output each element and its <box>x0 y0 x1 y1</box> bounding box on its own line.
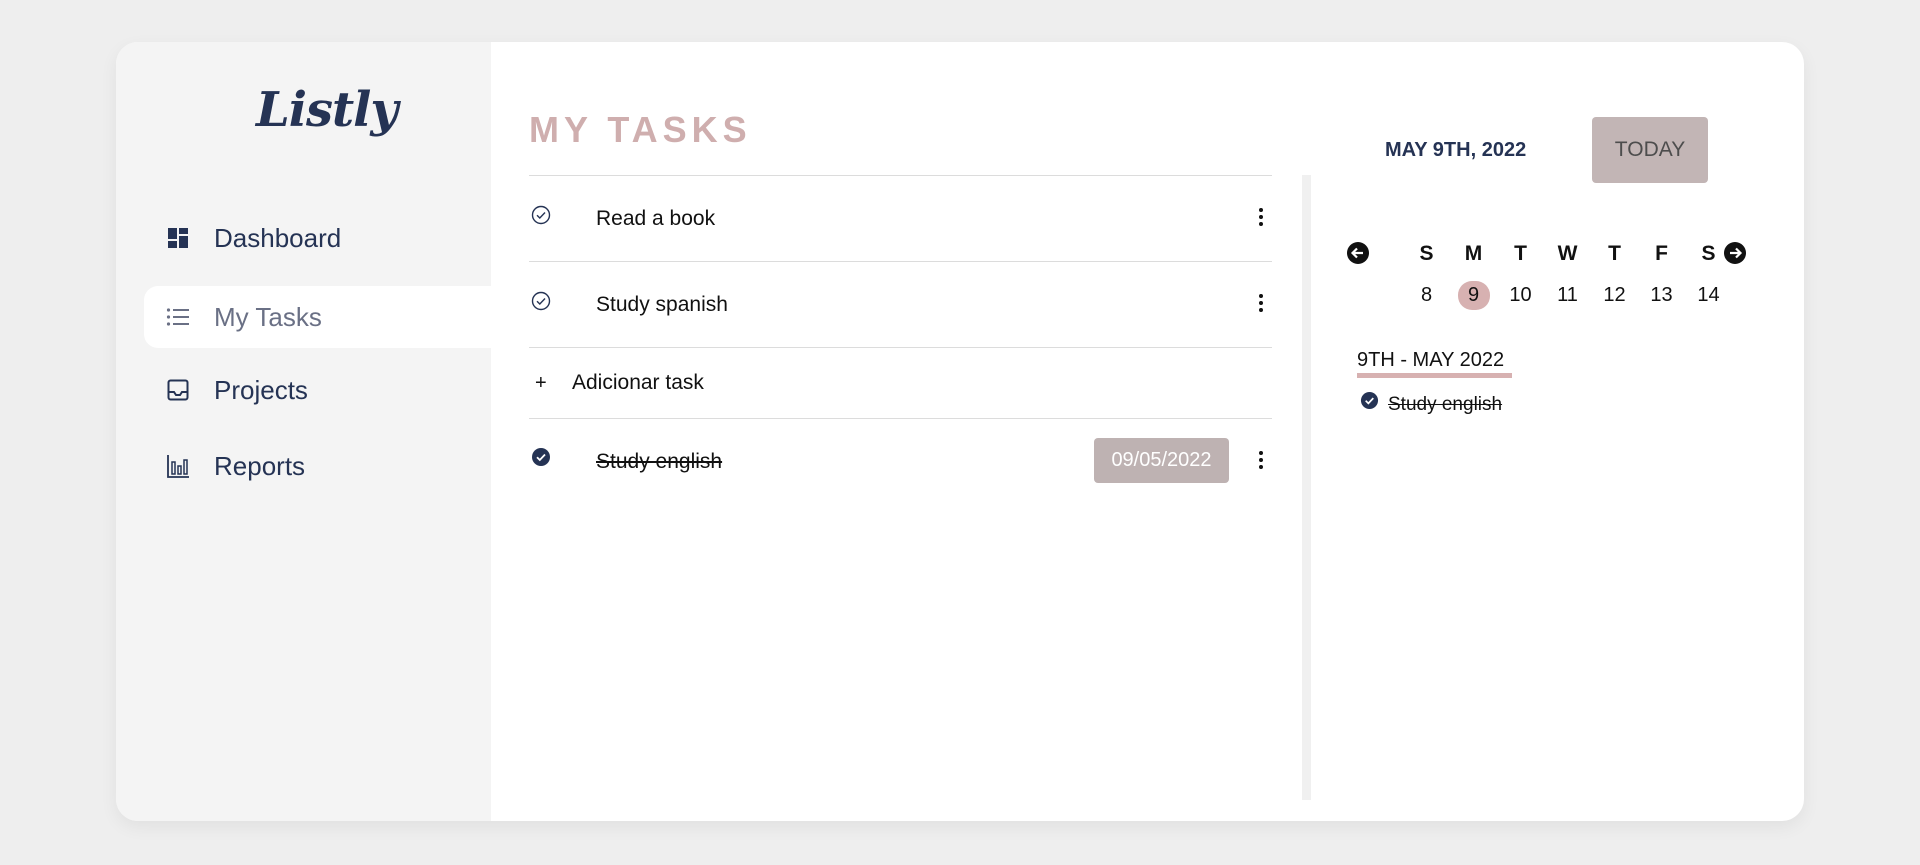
inbox-icon <box>166 378 190 402</box>
check-outline-icon[interactable] <box>531 205 551 225</box>
day-task-label: Study english <box>1388 394 1503 415</box>
sidebar-item-my-tasks[interactable]: My Tasks <box>144 286 491 348</box>
calendar-date[interactable]: 8 <box>1403 284 1450 307</box>
plus-icon: + <box>535 371 547 394</box>
bar-chart-icon <box>166 454 190 478</box>
calendar-date[interactable]: 12 <box>1591 284 1638 307</box>
weekday-label: M <box>1464 242 1483 265</box>
arrow-left-icon[interactable] <box>1347 242 1369 264</box>
sidebar-item-projects[interactable]: Projects <box>144 359 491 421</box>
sidebar-item-label: Dashboard <box>214 222 342 253</box>
sidebar-item-dashboard[interactable]: Dashboard <box>144 207 491 269</box>
day-heading-underline <box>1357 373 1512 378</box>
check-filled-icon[interactable] <box>531 447 551 467</box>
sidebar-item-reports[interactable]: Reports <box>144 435 491 497</box>
add-task-button[interactable]: + Adicionar task <box>529 347 1272 418</box>
task-row: Study english 09/05/2022 <box>529 418 1272 504</box>
task-label: Study spanish <box>596 292 728 316</box>
weekday-header: S M T W T F S <box>1403 242 1733 266</box>
due-date-badge[interactable]: 09/05/2022 <box>1094 438 1229 483</box>
task-label: Study english <box>596 449 723 473</box>
task-row: Read a book <box>529 175 1272 261</box>
app-logo[interactable]: Listly <box>256 82 398 152</box>
column-divider <box>1302 175 1311 800</box>
more-vertical-icon[interactable] <box>1254 206 1268 228</box>
weekday-label: S <box>1701 242 1716 265</box>
weekday-label: W <box>1557 242 1578 265</box>
add-task-label: Adicionar task <box>572 371 704 394</box>
more-vertical-icon[interactable] <box>1254 449 1268 471</box>
weekday-label: T <box>1514 242 1527 265</box>
task-list: Read a book Study spanish + Adicionar ta… <box>529 175 1272 504</box>
sidebar-item-label: Projects <box>214 374 308 405</box>
sidebar-item-label: My Tasks <box>214 301 322 332</box>
dashboard-icon <box>166 226 190 250</box>
today-button[interactable]: TODAY <box>1592 117 1708 183</box>
app-window: Listly Dashboard My Tasks Projects Repor… <box>116 42 1804 821</box>
check-outline-icon[interactable] <box>531 291 551 311</box>
calendar-date[interactable]: 10 <box>1497 284 1544 307</box>
sidebar-item-label: Reports <box>214 450 306 481</box>
calendar-date-selected[interactable]: 9 <box>1450 281 1497 310</box>
sidebar: Listly Dashboard My Tasks Projects Repor… <box>116 42 491 821</box>
more-vertical-icon[interactable] <box>1254 292 1268 314</box>
calendar-date[interactable]: 14 <box>1685 284 1732 307</box>
calendar-date[interactable]: 11 <box>1544 284 1591 307</box>
list-icon <box>166 305 190 329</box>
week-dates: 8 9 10 11 12 13 14 <box>1403 281 1733 310</box>
calendar-date[interactable]: 13 <box>1638 284 1685 307</box>
weekday-label: T <box>1608 242 1621 265</box>
selected-day-heading: 9TH - MAY 2022 <box>1357 349 1505 371</box>
check-filled-icon <box>1360 391 1379 410</box>
current-date: MAY 9TH, 2022 <box>1385 139 1527 161</box>
weekday-label: S <box>1419 242 1434 265</box>
task-label: Read a book <box>596 206 716 230</box>
weekday-label: F <box>1655 242 1668 265</box>
task-row: Study spanish <box>529 261 1272 347</box>
page-title: MY TASKS <box>529 109 752 150</box>
